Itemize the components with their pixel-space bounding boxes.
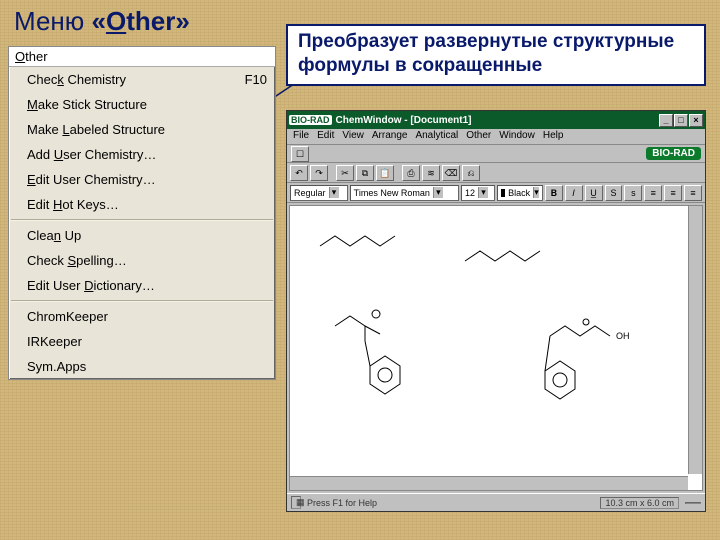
toolbar-button[interactable]: ↷ [310,165,328,181]
menu-item-add-user-chemistry[interactable]: Add User Chemistry… [9,142,275,167]
status-hint: Press F1 for Help [307,498,377,508]
status-cell [685,502,701,504]
app-logo: BIO-RAD [289,115,332,125]
italic-button[interactable]: 𝐼 [565,185,583,201]
font-size-combo[interactable]: 12▾ [461,185,495,201]
menu-help[interactable]: Help [543,130,564,143]
chevron-down-icon: ▾ [433,187,443,198]
toolbar-row-1: ↶ ↷ ✂ ⧉ 📋 ⎙ ≋ ⌫ ⎌ [287,163,705,183]
menu-item-edit-user-dictionary[interactable]: Edit User Dictionary… [9,273,275,298]
chemwindow-app: BIO-RAD ChemWindow - [Document1] _ □ × F… [286,110,706,512]
menu-item-edit-hot-keys[interactable]: Edit Hot Keys… [9,192,275,217]
underline-button[interactable]: U̲ [585,185,603,201]
other-menu-dropdown: Other Check Chemistry F10 Make Stick Str… [8,46,276,380]
chevron-down-icon: ▾ [533,187,539,198]
callout-text: Преобразует развернутые структурные форм… [298,31,674,76]
toolbar-button[interactable]: ✂ [336,165,354,181]
minimize-button[interactable]: _ [659,114,673,127]
window-title: ChemWindow - [Document1] [336,115,472,126]
brand-row: ☐ BIO-RAD [287,145,705,163]
menu-item-clean-up[interactable]: Clean Up [9,223,275,248]
close-button[interactable]: × [689,114,703,127]
chevron-down-icon: ▾ [329,187,339,198]
drawing-canvas[interactable]: OH [289,205,703,491]
menu-item-check-spelling[interactable]: Check Spelling… [9,248,275,273]
menu-arrange[interactable]: Arrange [372,130,408,143]
toolbar-row-2: Regular▾ Times New Roman▾ 12▾ Black▾ 𝐁 𝐼… [287,183,705,203]
superscript-button[interactable]: S [605,185,623,201]
align-button[interactable]: ≡ [664,185,682,201]
menu-item-make-labeled-structure[interactable]: Make Labeled Structure [9,117,275,142]
bold-button[interactable]: 𝐁 [545,185,563,201]
align-button[interactable]: ≡ [684,185,702,201]
vertical-scrollbar[interactable] [688,206,702,474]
toolbar-button[interactable]: ⎌ [462,165,480,181]
menu-title: Other [9,47,275,67]
toolbar-button[interactable]: ≋ [422,165,440,181]
svg-text:OH: OH [616,331,630,341]
menu-item-chromkeeper[interactable]: ChromKeeper [9,304,275,329]
shortcut: F10 [245,72,267,87]
slide-title: Меню «Other» [14,6,190,37]
title-word-other: «Other» [92,6,190,36]
menu-file[interactable]: File [293,130,309,143]
toolbar-button[interactable]: ⌫ [442,165,460,181]
horizontal-scrollbar[interactable] [290,476,688,490]
menu-edit[interactable]: Edit [317,130,334,143]
font-name-combo[interactable]: Times New Roman▾ [350,185,459,201]
menu-item-symapps[interactable]: Sym.Apps [9,354,275,379]
molecule-structures: OH [290,206,702,490]
title-word-menu: Меню [14,6,92,36]
callout-box: Преобразует развернутые структурные форм… [286,24,706,86]
menu-item-make-stick-structure[interactable]: Make Stick Structure [9,92,275,117]
menu-analytical[interactable]: Analytical [415,130,458,143]
align-button[interactable]: ≡ [644,185,662,201]
font-style-combo[interactable]: Regular▾ [290,185,348,201]
toolbar-button[interactable]: 📋 [376,165,394,181]
menu-item-irkeeper[interactable]: IRKeeper [9,329,275,354]
titlebar[interactable]: BIO-RAD ChemWindow - [Document1] _ □ × [287,111,705,129]
menu-item-check-chemistry[interactable]: Check Chemistry F10 [9,67,275,92]
menu-view[interactable]: View [342,130,364,143]
biorad-badge: BIO-RAD [646,147,701,160]
menu-separator [11,300,273,302]
menu-window[interactable]: Window [499,130,535,143]
menubar: File Edit View Arrange Analytical Other … [287,129,705,145]
menu-other[interactable]: Other [466,130,491,143]
toolbar-button[interactable]: ⧉ [356,165,374,181]
toolbar-button[interactable]: ↶ [290,165,308,181]
menu-item-edit-user-chemistry[interactable]: Edit User Chemistry… [9,167,275,192]
status-icon: ▦ [291,496,301,509]
toolbar-button[interactable]: ⎙ [402,165,420,181]
font-color-combo[interactable]: Black▾ [497,185,543,201]
maximize-button[interactable]: □ [674,114,688,127]
toolbar-button[interactable]: ☐ [291,146,309,162]
subscript-button[interactable]: s [624,185,642,201]
status-dimensions: 10.3 cm x 6.0 cm [600,497,679,509]
chevron-down-icon: ▾ [478,187,488,198]
menu-separator [11,219,273,221]
status-bar: ▦ Press F1 for Help 10.3 cm x 6.0 cm [287,493,705,511]
